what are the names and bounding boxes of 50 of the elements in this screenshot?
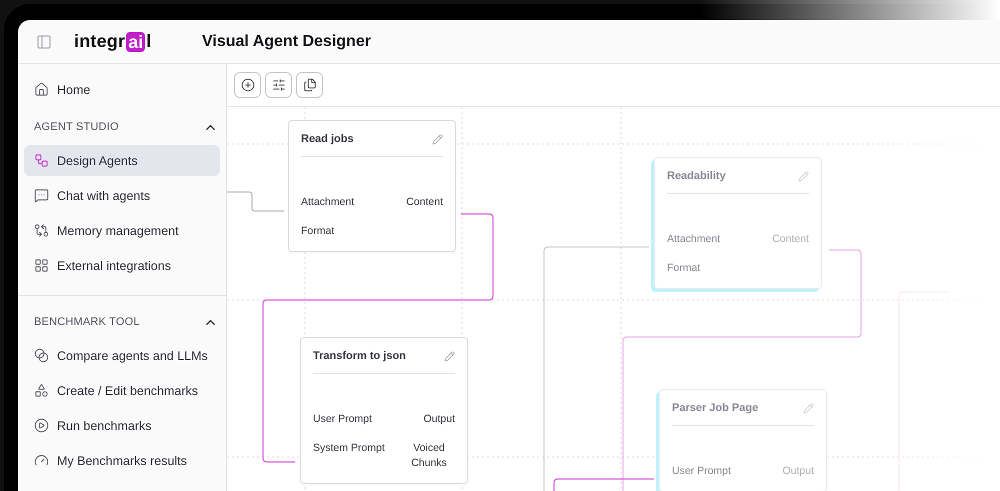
play-icon	[34, 418, 49, 433]
node-title: Readability	[667, 170, 726, 182]
input-port-label: User Prompt	[313, 412, 372, 427]
gauge-icon	[34, 453, 49, 468]
output-port-label: Output	[423, 412, 455, 427]
sidebar-item[interactable]: Memory management	[24, 215, 220, 246]
logo: integr ai l	[74, 31, 152, 52]
overlapping-circles-icon	[34, 348, 49, 363]
output-port-label: Content	[406, 195, 443, 210]
sidebar-item[interactable]: Home	[24, 74, 220, 105]
section-title: BENCHMARK TOOL	[34, 316, 140, 328]
input-port-label: Format	[301, 224, 334, 239]
output-port-label: Voiced Chunks	[410, 441, 448, 471]
sidebar-item[interactable]: External integrations	[24, 250, 220, 281]
sidebar-item[interactable]: Run benchmarks	[24, 410, 220, 441]
add-button[interactable]	[234, 72, 261, 98]
sidebar-item[interactable]: Compare agents and LLMs	[24, 340, 220, 371]
add-icon	[240, 78, 254, 92]
sliders-icon	[272, 78, 286, 92]
pencil-icon[interactable]	[444, 350, 455, 362]
grid-icon	[34, 258, 49, 273]
output-port-label: Content	[772, 232, 809, 247]
connector-line	[227, 192, 284, 212]
section-title: AGENT STUDIO	[34, 121, 119, 133]
workflow-icon	[34, 153, 49, 168]
sidebar-item[interactable]: Chat with agents	[24, 180, 220, 211]
sidebar-item[interactable]: Design Agents	[24, 145, 220, 176]
files-icon	[302, 78, 316, 92]
input-port-label: System Prompt	[313, 441, 385, 456]
chat-icon	[34, 188, 49, 203]
branch-icon	[34, 223, 49, 238]
pencil-icon[interactable]	[432, 134, 443, 144]
agent-node[interactable]: Transform to json User Prompt System Prompt Output Voiced Chunks	[300, 337, 468, 484]
node-title: Read jobs	[301, 133, 354, 145]
page-title: Visual Agent Designer	[202, 32, 371, 50]
input-port-label: User Prompt	[672, 464, 731, 479]
agent-node[interactable]: Read jobs Attachment Format Content	[288, 120, 456, 252]
home-icon	[34, 82, 49, 97]
node-title: Transform to json	[313, 350, 406, 362]
input-port-label: Attachment	[667, 232, 720, 247]
shapes-icon	[34, 383, 49, 398]
input-port-label: Attachment	[301, 195, 354, 210]
node-title: Parser Job Page	[672, 402, 758, 414]
output-port-label: Output	[782, 464, 814, 479]
input-port-label: Format	[667, 261, 700, 276]
sidebar-item[interactable]: My Benchmarks results	[24, 445, 220, 476]
sidebar-item[interactable]: Create / Edit benchmarks	[24, 375, 220, 406]
sidebar-toggle-icon[interactable]	[36, 34, 52, 50]
files-button[interactable]	[296, 72, 323, 98]
sliders-button[interactable]	[265, 72, 292, 98]
